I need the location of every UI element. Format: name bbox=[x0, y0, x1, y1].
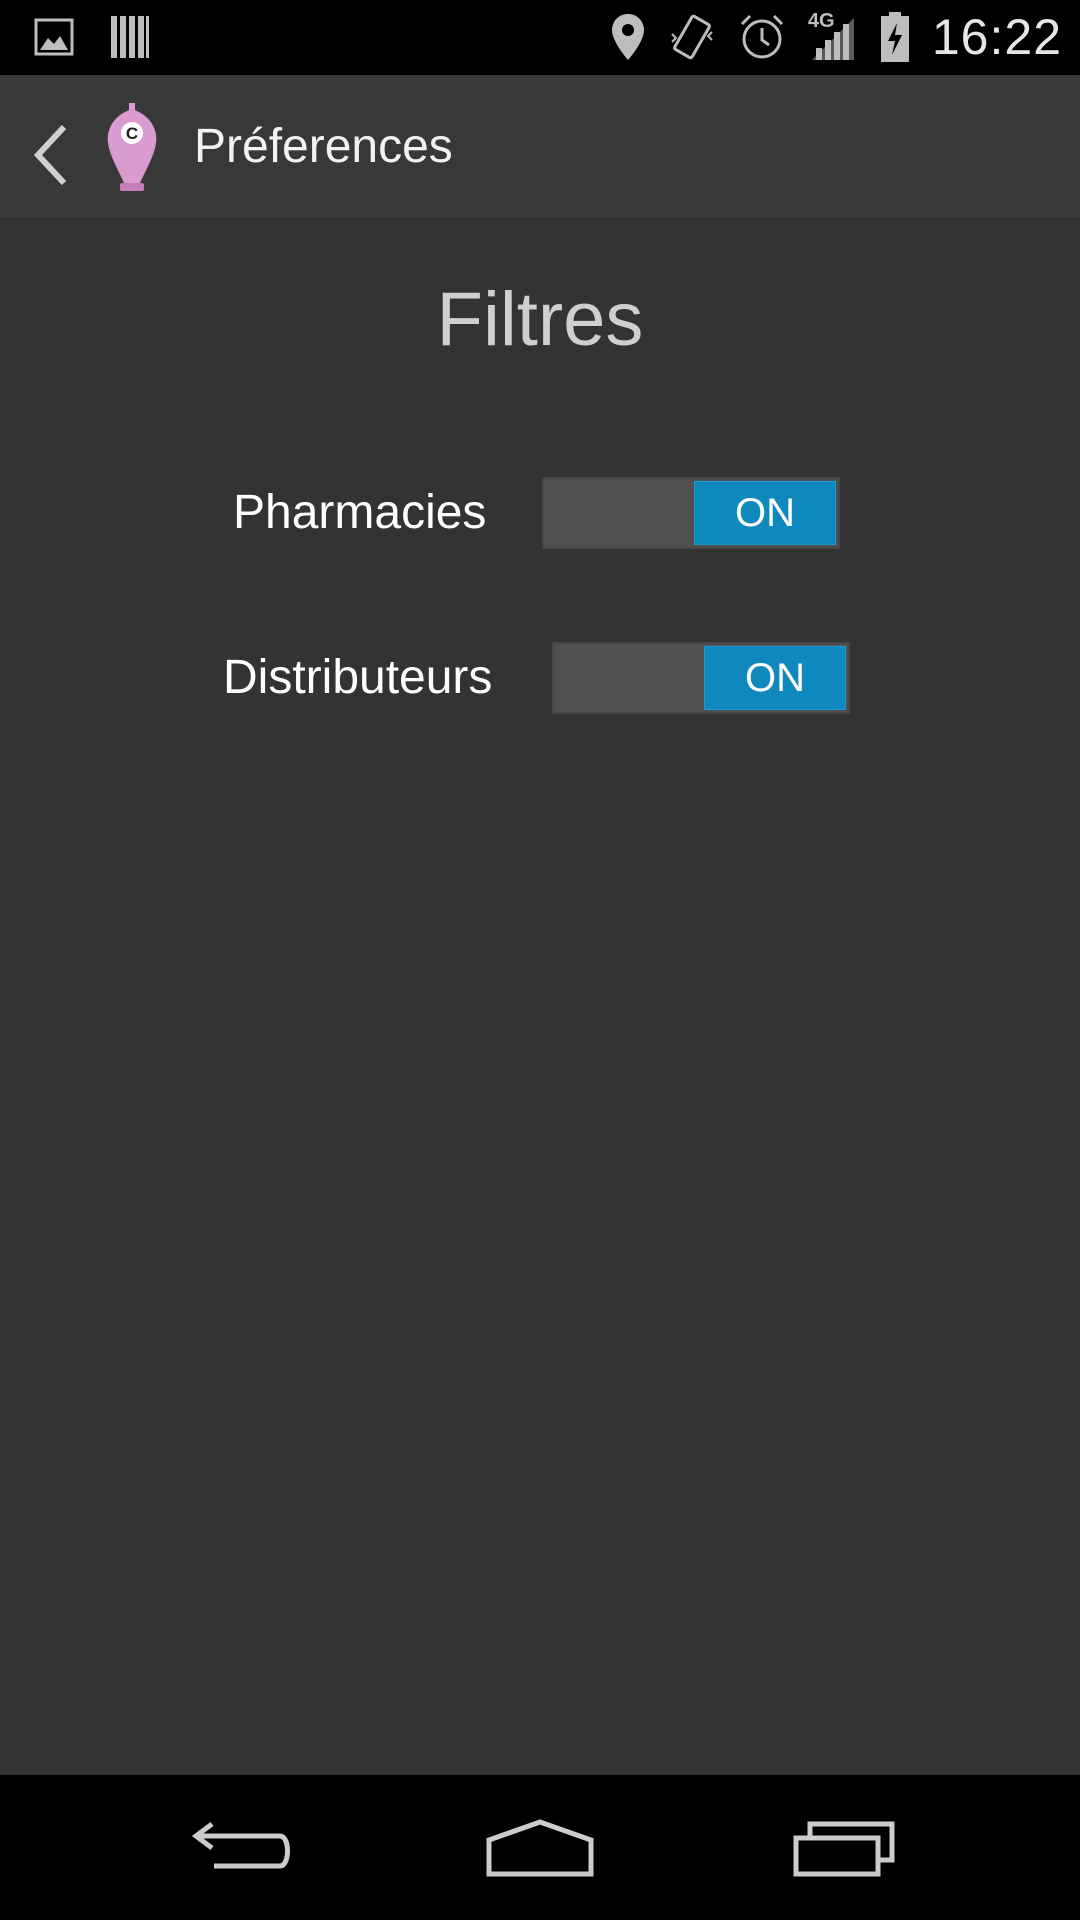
pref-row-distributeurs: Distributeurs ON bbox=[0, 641, 1080, 714]
status-bar: 4G 16:22 bbox=[0, 0, 1080, 75]
switch-pharmacies[interactable]: ON bbox=[542, 477, 840, 549]
switch-thumb-pharmacies: ON bbox=[694, 481, 836, 545]
back-nav-icon bbox=[191, 1821, 290, 1868]
recents-nav-icon bbox=[793, 1821, 895, 1876]
action-bar-title: Préferences bbox=[194, 120, 453, 173]
nav-recents-button[interactable] bbox=[744, 1775, 944, 1920]
pref-row-pharmacies: Pharmacies ON bbox=[0, 477, 1080, 549]
location-icon bbox=[611, 14, 644, 60]
signal-4g-icon: 4G bbox=[808, 10, 858, 62]
action-bar: C Préferences bbox=[0, 75, 1080, 220]
nav-home-button[interactable] bbox=[440, 1775, 640, 1920]
nav-back-button[interactable] bbox=[140, 1775, 340, 1920]
home-nav-icon bbox=[486, 1818, 594, 1876]
status-right-icons: 4G 16:22 bbox=[610, 8, 1062, 66]
pref-label-pharmacies: Pharmacies bbox=[233, 486, 487, 539]
svg-text:C: C bbox=[126, 124, 138, 143]
status-left-icons bbox=[34, 14, 150, 60]
battery-charging-icon bbox=[880, 12, 909, 62]
switch-distributeurs[interactable]: ON bbox=[552, 642, 850, 714]
up-navigation-button[interactable]: C bbox=[20, 103, 180, 195]
chevron-left-icon bbox=[33, 124, 67, 186]
status-time: 16:22 bbox=[931, 9, 1062, 65]
preferences-content: Filtres Pharmacies ON Distributeurs ON bbox=[0, 222, 1080, 1774]
barcode-icon bbox=[111, 16, 149, 58]
gallery-icon bbox=[34, 18, 74, 56]
app-logo-icon: C bbox=[107, 103, 157, 191]
alarm-icon bbox=[740, 14, 783, 59]
switch-thumb-distributeurs: ON bbox=[704, 646, 846, 710]
vibrate-icon bbox=[671, 14, 713, 60]
navigation-bar bbox=[0, 1775, 1080, 1920]
pref-label-distributeurs: Distributeurs bbox=[223, 651, 493, 704]
section-title: Filtres bbox=[436, 277, 644, 362]
